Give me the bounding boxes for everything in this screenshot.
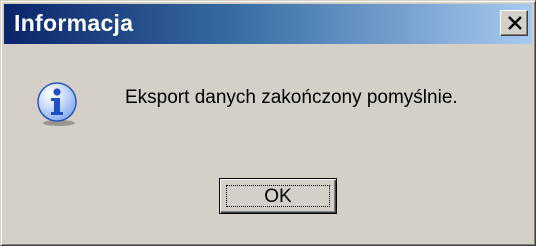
window-title: Informacja: [14, 10, 134, 36]
title-bar[interactable]: Informacja: [4, 4, 532, 44]
dialog-message: Eksport danych zakończony pomyślnie.: [125, 87, 458, 108]
close-button[interactable]: [500, 10, 528, 36]
information-icon: [37, 82, 77, 126]
ok-button[interactable]: OK: [219, 178, 337, 214]
close-icon: [508, 16, 522, 30]
ok-button-label: OK: [264, 185, 292, 207]
message-dialog: Informacja Eksport danych zakończony pom…: [0, 0, 536, 246]
